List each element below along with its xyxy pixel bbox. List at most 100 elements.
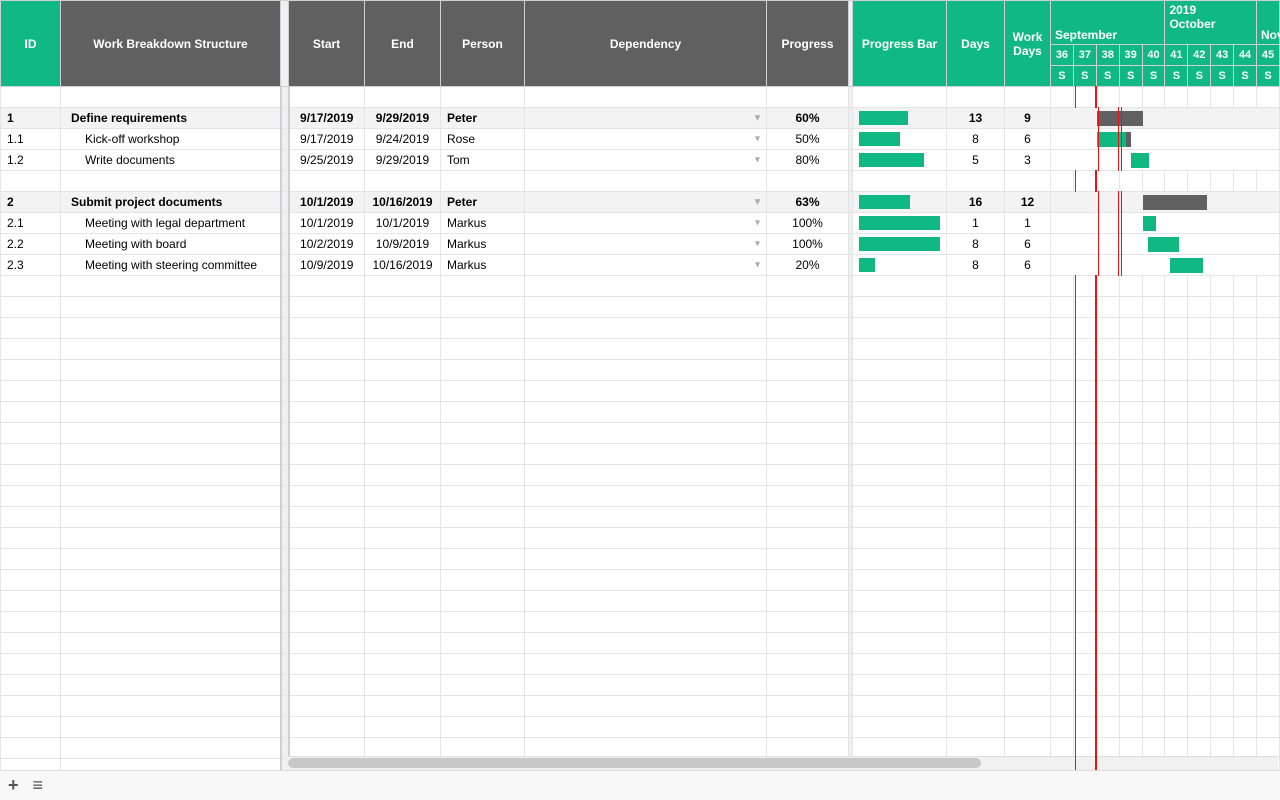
cell-wbs[interactable]: Define requirements [61, 108, 281, 129]
col-dependency[interactable]: Dependency [525, 1, 767, 87]
table-row-empty[interactable] [1, 717, 1280, 738]
cell-progress-bar[interactable] [853, 129, 947, 150]
cell-start[interactable]: 10/2/2019 [289, 234, 365, 255]
gantt-bar[interactable] [1143, 216, 1156, 231]
table-row-empty[interactable] [1, 633, 1280, 654]
cell-workdays[interactable]: 9 [1005, 108, 1051, 129]
cell-wbs[interactable]: Submit project documents [61, 192, 281, 213]
table-row-empty[interactable] [1, 444, 1280, 465]
cell-start[interactable]: 9/17/2019 [289, 108, 365, 129]
cell-start[interactable]: 9/17/2019 [289, 129, 365, 150]
cell-gap[interactable] [281, 234, 289, 255]
cell-progress[interactable]: 20% [767, 255, 849, 276]
col-progress[interactable]: Progress [767, 1, 849, 87]
cell-end[interactable]: 9/29/2019 [365, 150, 441, 171]
table-row[interactable]: 1Define requirements9/17/20199/29/2019Pe… [1, 108, 1280, 129]
cell-person[interactable]: Peter [441, 192, 525, 213]
table-row-empty[interactable] [1, 297, 1280, 318]
cell-days[interactable]: 13 [947, 108, 1005, 129]
table-row-empty[interactable] [1, 654, 1280, 675]
cell-person[interactable]: Markus [441, 234, 525, 255]
cell-wbs[interactable]: Kick-off workshop [61, 129, 281, 150]
table-row-empty[interactable] [1, 465, 1280, 486]
cell-gap[interactable] [281, 150, 289, 171]
col-person[interactable]: Person [441, 1, 525, 87]
cell-end[interactable]: 10/1/2019 [365, 213, 441, 234]
table-row-empty[interactable] [1, 696, 1280, 717]
cell-dependency[interactable]: ▾ [525, 213, 767, 234]
cell-days[interactable]: 1 [947, 213, 1005, 234]
gantt-bar[interactable] [1143, 195, 1189, 210]
cell-days[interactable]: 16 [947, 192, 1005, 213]
table-row-empty[interactable] [1, 570, 1280, 591]
col-progress-bar[interactable]: Progress Bar [853, 1, 947, 87]
gantt-bar[interactable] [1170, 258, 1203, 273]
gantt-bar[interactable] [1126, 132, 1131, 147]
table-row[interactable]: 2.3Meeting with steering committee 10/9/2… [1, 255, 1280, 276]
cell-id[interactable]: 2.3 [1, 255, 61, 276]
cell-progress[interactable]: 80% [767, 150, 849, 171]
cell-progress[interactable]: 100% [767, 213, 849, 234]
cell-id[interactable]: 2.1 [1, 213, 61, 234]
cell-wbs[interactable]: Write documents [61, 150, 281, 171]
cell-dependency[interactable]: ▾ [525, 192, 767, 213]
table-row-empty[interactable] [1, 276, 1280, 297]
cell-id[interactable]: 1 [1, 108, 61, 129]
cell-end[interactable]: 9/24/2019 [365, 129, 441, 150]
col-work-days[interactable]: Work Days [1005, 1, 1051, 87]
cell-progress[interactable]: 60% [767, 108, 849, 129]
col-wbs[interactable]: Work Breakdown Structure [61, 1, 281, 87]
cell-days[interactable]: 8 [947, 255, 1005, 276]
cell-gap[interactable] [281, 213, 289, 234]
cell-dependency[interactable]: ▾ [525, 108, 767, 129]
cell-progress-bar[interactable] [853, 255, 947, 276]
table-row[interactable]: 2.1Meeting with legal department 10/1/201… [1, 213, 1280, 234]
cell-gap[interactable] [281, 108, 289, 129]
cell-wbs[interactable]: Meeting with steering committee [61, 255, 281, 276]
cell-progress-bar[interactable] [853, 150, 947, 171]
cell-id[interactable]: 1.1 [1, 129, 61, 150]
cell-person[interactable]: Tom [441, 150, 525, 171]
table-row-empty[interactable] [1, 612, 1280, 633]
col-end[interactable]: End [365, 1, 441, 87]
table-row-empty[interactable] [1, 171, 1280, 192]
table-row-empty[interactable] [1, 318, 1280, 339]
cell-progress[interactable]: 100% [767, 234, 849, 255]
cell-end[interactable]: 10/9/2019 [365, 234, 441, 255]
cell-progress-bar[interactable] [853, 213, 947, 234]
cell-days[interactable]: 8 [947, 234, 1005, 255]
cell-progress[interactable]: 50% [767, 129, 849, 150]
dropdown-icon[interactable]: ▾ [755, 260, 760, 271]
col-start[interactable]: Start [289, 1, 365, 87]
cell-dependency[interactable]: ▾ [525, 150, 767, 171]
cell-id[interactable]: 1.2 [1, 150, 61, 171]
cell-workdays[interactable]: 6 [1005, 234, 1051, 255]
cell-wbs[interactable]: Meeting with legal department [61, 213, 281, 234]
cell-progress[interactable]: 63% [767, 192, 849, 213]
cell-dependency[interactable]: ▾ [525, 234, 767, 255]
cell-id[interactable]: 2 [1, 192, 61, 213]
cell-progress-bar[interactable] [853, 234, 947, 255]
cell-wbs[interactable]: Meeting with board [61, 234, 281, 255]
cell-workdays[interactable]: 3 [1005, 150, 1051, 171]
scrollbar-thumb[interactable] [288, 758, 981, 768]
cell-id[interactable]: 2.2 [1, 234, 61, 255]
cell-start[interactable]: 10/9/2019 [289, 255, 365, 276]
table-row-empty[interactable] [1, 507, 1280, 528]
cell-end[interactable]: 9/29/2019 [365, 108, 441, 129]
cell-end[interactable]: 10/16/2019 [365, 192, 441, 213]
cell-person[interactable]: Rose [441, 129, 525, 150]
dropdown-icon[interactable]: ▾ [755, 239, 760, 250]
table-row[interactable]: 2Submit project documents10/1/201910/16/… [1, 192, 1280, 213]
cell-start[interactable]: 9/25/2019 [289, 150, 365, 171]
cell-days[interactable]: 8 [947, 129, 1005, 150]
dropdown-icon[interactable]: ▾ [755, 155, 760, 166]
cell-gap[interactable] [281, 129, 289, 150]
cell-workdays[interactable]: 6 [1005, 129, 1051, 150]
cell-workdays[interactable]: 1 [1005, 213, 1051, 234]
table-row-empty[interactable] [1, 339, 1280, 360]
col-days[interactable]: Days [947, 1, 1005, 87]
col-id[interactable]: ID [1, 1, 61, 87]
table-row-empty[interactable] [1, 402, 1280, 423]
table-row-empty[interactable] [1, 381, 1280, 402]
